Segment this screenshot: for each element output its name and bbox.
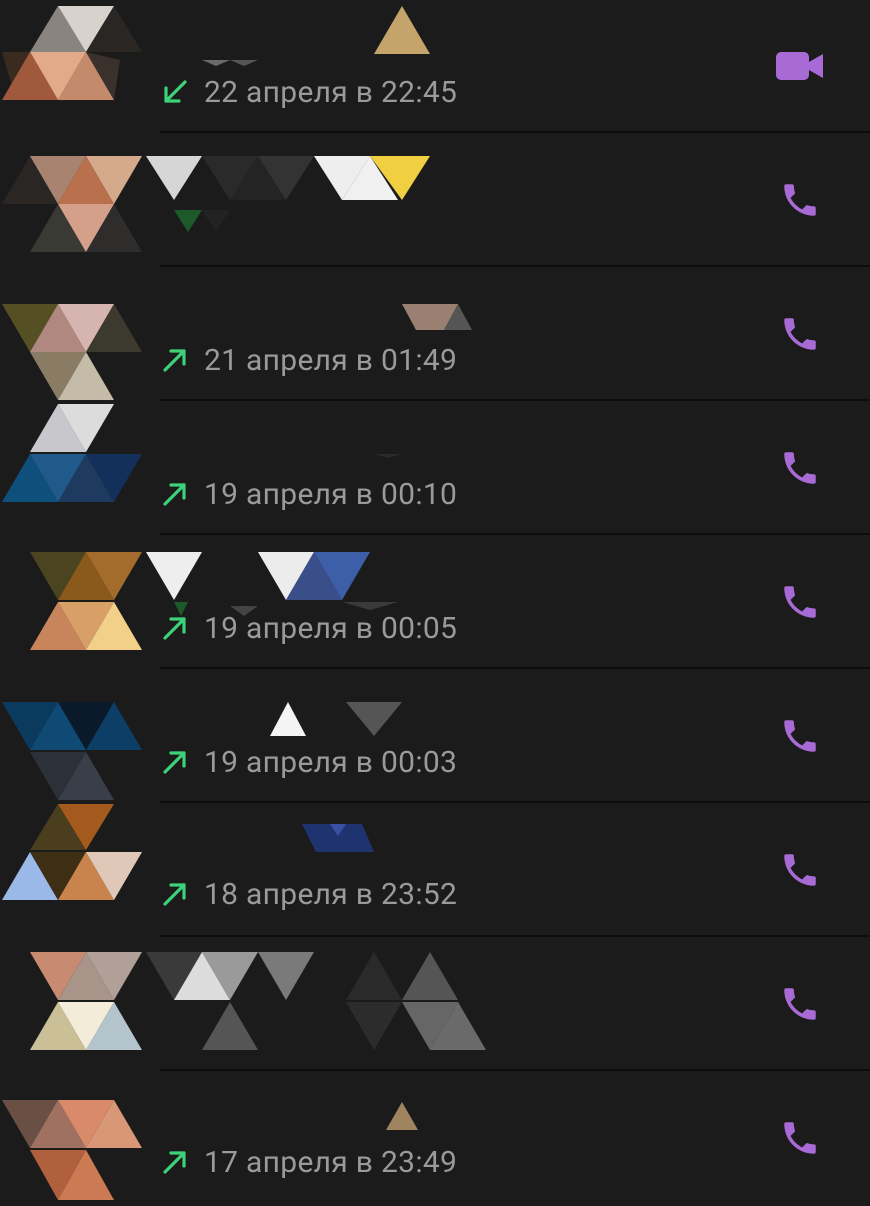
contact-avatar-pixelated[interactable] <box>0 268 150 402</box>
call-row[interactable]: 21 апреля в 01:49 <box>0 268 870 402</box>
arrow-up-right-icon <box>160 879 190 909</box>
call-meta: 22 апреля в 22:45 <box>160 70 457 114</box>
call-row[interactable] <box>0 134 870 268</box>
video-call-button[interactable] <box>770 36 830 96</box>
call-meta: 19 апреля в 00:05 <box>160 606 457 650</box>
row-divider <box>160 533 870 535</box>
phone-icon <box>779 849 821 891</box>
call-row[interactable]: 22 апреля в 22:45 <box>0 0 870 134</box>
call-row[interactable]: 17 апреля в 23:49 <box>0 1072 870 1206</box>
arrow-up-right-icon <box>160 345 190 375</box>
row-divider <box>160 801 870 803</box>
call-time: 19 апреля в 00:10 <box>204 476 458 512</box>
call-meta: 19 апреля в 00:03 <box>160 740 457 784</box>
call-meta: 17 апреля в 23:49 <box>160 1140 457 1184</box>
contact-avatar-pixelated[interactable] <box>0 804 150 938</box>
call-row[interactable]: 19 апреля в 00:05 <box>0 536 870 670</box>
call-meta: 19 апреля в 00:10 <box>160 472 457 516</box>
contact-avatar-pixelated[interactable] <box>0 0 150 134</box>
phone-icon <box>779 983 821 1025</box>
call-time: 19 апреля в 00:05 <box>204 610 458 646</box>
contact-name-pixelated <box>140 938 520 1072</box>
call-meta: 21 апреля в 01:49 <box>160 338 457 382</box>
call-button[interactable] <box>770 1108 830 1168</box>
phone-icon <box>779 715 821 757</box>
row-divider <box>160 399 870 401</box>
row-divider <box>160 131 870 133</box>
phone-icon <box>779 179 821 221</box>
arrow-up-right-icon <box>160 1147 190 1177</box>
call-button[interactable] <box>770 840 830 900</box>
call-button[interactable] <box>770 706 830 766</box>
call-button[interactable] <box>770 438 830 498</box>
contact-avatar-pixelated[interactable] <box>0 670 150 804</box>
call-row[interactable]: 18 апреля в 23:52 <box>0 804 870 938</box>
call-time: 18 апреля в 23:52 <box>204 876 458 912</box>
arrow-down-left-icon <box>160 77 190 107</box>
contact-avatar-pixelated[interactable] <box>0 1072 150 1206</box>
phone-icon <box>779 1117 821 1159</box>
contact-name-pixelated <box>140 804 520 938</box>
contact-name-pixelated <box>140 134 520 268</box>
arrow-up-right-icon <box>160 747 190 777</box>
contact-avatar-pixelated[interactable] <box>0 536 150 670</box>
call-button[interactable] <box>770 974 830 1034</box>
contact-avatar-pixelated[interactable] <box>0 402 150 536</box>
phone-icon <box>779 447 821 489</box>
contact-avatar-pixelated[interactable] <box>0 938 150 1072</box>
contact-name-pixelated <box>140 1072 520 1206</box>
row-divider <box>160 667 870 669</box>
contact-avatar-pixelated[interactable] <box>0 134 150 268</box>
call-button[interactable] <box>770 304 830 364</box>
call-row[interactable]: 19 апреля в 00:10 <box>0 402 870 536</box>
call-button[interactable] <box>770 572 830 632</box>
call-time: 19 апреля в 00:03 <box>204 744 458 780</box>
call-row[interactable]: 19 апреля в 00:03 <box>0 670 870 804</box>
arrow-up-right-icon <box>160 613 190 643</box>
video-camera-icon <box>775 50 825 82</box>
call-history-list: 22 апреля в 22:45 21 апреля в 01:49 19 а… <box>0 0 870 1200</box>
row-divider <box>160 935 870 937</box>
phone-icon <box>779 313 821 355</box>
phone-icon <box>779 581 821 623</box>
row-divider <box>160 265 870 267</box>
arrow-up-right-icon <box>160 479 190 509</box>
call-button[interactable] <box>770 170 830 230</box>
call-row[interactable] <box>0 938 870 1072</box>
call-meta: 18 апреля в 23:52 <box>160 872 457 916</box>
call-time: 22 апреля в 22:45 <box>204 74 458 110</box>
row-divider <box>160 1069 870 1071</box>
call-time: 17 апреля в 23:49 <box>204 1144 458 1180</box>
call-time: 21 апреля в 01:49 <box>204 342 458 378</box>
